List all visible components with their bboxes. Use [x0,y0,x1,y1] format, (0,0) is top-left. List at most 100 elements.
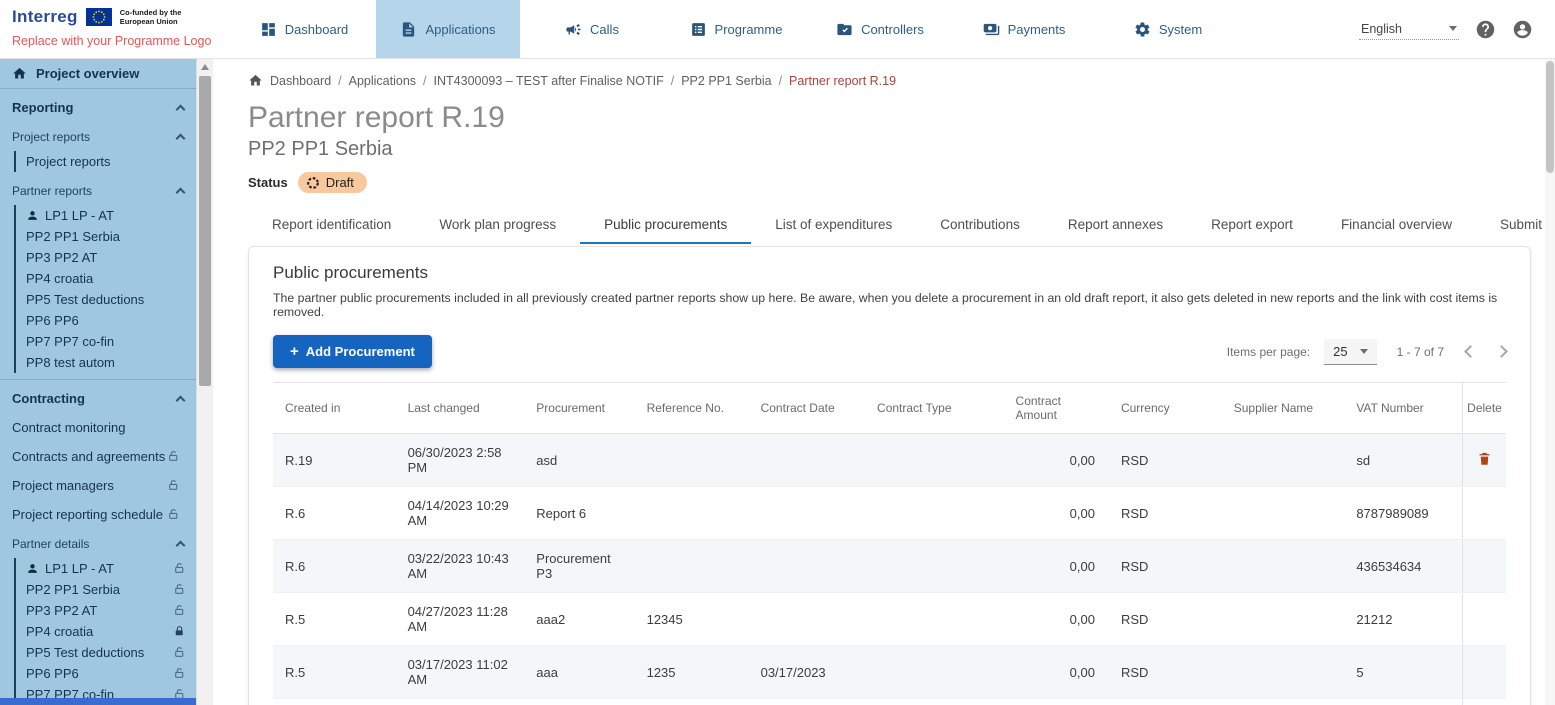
plus-icon: + [290,344,299,359]
cell-contract-amount: 0,00 [1004,593,1109,645]
top-header: Interreg Co-funded by the European Union… [0,0,1555,59]
table-row[interactable]: R.6 04/14/2023 10:29 AM Report 6 0,00 RS… [273,487,1506,540]
breadcrumb-project[interactable]: INT4300093 – TEST after Finalise NOTIF [434,74,664,88]
tab-financial-overview[interactable]: Financial overview [1317,208,1476,244]
sidebar-item-project-reporting-schedule[interactable]: Project reporting schedule [0,500,196,529]
cell-reference-no [635,434,749,486]
add-procurement-button[interactable]: + Add Procurement [273,335,432,368]
sidebar-item-partner-detail-pp6[interactable]: PP6 PP6 [26,663,196,684]
tab-contributions[interactable]: Contributions [916,208,1044,244]
sidebar-item-partner-detail-pp5[interactable]: PP5 Test deductions [26,642,196,663]
item-label: PP2 PP1 Serbia [26,229,190,244]
page-scrollbar[interactable] [1545,59,1555,705]
lock-open-icon [173,583,186,596]
sidebar-item-partner-detail-pp2[interactable]: PP2 PP1 Serbia [26,579,196,600]
sidebar-scrollbar[interactable] [196,59,213,705]
tab-report-export[interactable]: Report export [1187,208,1317,244]
tab-public-procurements[interactable]: Public procurements [580,208,751,244]
add-procurement-label: Add Procurement [306,344,415,359]
lock-open-icon [167,450,180,463]
table-row[interactable]: R.6 03/22/2023 10:43 AM Procurement P3 0… [273,540,1506,593]
tab-report-identification[interactable]: Report identification [248,208,415,244]
cell-contract-amount: 0,00 [1004,646,1109,698]
next-page-icon[interactable] [1495,345,1508,358]
sidebar-item-partner-report-lp1[interactable]: LP1 LP - AT [26,205,196,226]
lead-partner-icon [26,209,39,222]
scrollbar-up-arrow[interactable] [197,59,213,75]
items-per-page-value: 25 [1333,344,1347,359]
nav-system[interactable]: System [1096,0,1240,58]
nav-applications[interactable]: Applications [376,0,520,58]
nav-controllers[interactable]: Controllers [808,0,952,58]
tab-submit[interactable]: Submit [1476,208,1555,244]
item-label: LP1 LP - AT [45,208,190,223]
chevron-up-icon [176,188,186,198]
sidebar-item-project-overview[interactable]: Project overview [0,59,196,89]
sidebar-group-partner-details[interactable]: Partner details [0,529,196,556]
table-row[interactable]: R.5 03/13/2023 9:58 AM New one 0,00 SCR … [273,699,1506,705]
language-select[interactable]: English [1359,19,1459,40]
card-heading: Public procurements [273,263,1506,283]
chevron-up-icon [176,134,186,144]
account-button[interactable] [1512,19,1533,40]
tab-work-plan-progress[interactable]: Work plan progress [415,208,580,244]
sidebar-item-partner-report-pp5[interactable]: PP5 Test deductions [26,289,196,310]
account-icon [1512,19,1533,40]
items-per-page-select[interactable]: 25 [1324,339,1376,365]
sidebar-item-partner-detail-pp4[interactable]: PP4 croatia [26,621,196,642]
lock-open-icon [173,667,186,680]
previous-page-icon[interactable] [1464,345,1477,358]
cell-created-in: R.6 [273,540,396,592]
sidebar-item-partner-report-pp3[interactable]: PP3 PP2 AT [26,247,196,268]
sidebar-item-project-reports[interactable]: Project reports [26,151,196,172]
breadcrumb-separator: / [671,74,674,88]
breadcrumb-dashboard[interactable]: Dashboard [270,74,331,88]
sidebar-item-contracts-agreements[interactable]: Contracts and agreements [0,442,196,471]
sidebar-item-project-managers[interactable]: Project managers [0,471,196,500]
cell-created-in: R.5 [273,593,396,645]
sidebar-item-contract-monitoring[interactable]: Contract monitoring [0,413,196,442]
dashboard-icon [260,21,277,38]
scrollbar-thumb[interactable] [199,76,211,386]
sidebar-item-partner-report-pp2[interactable]: PP2 PP1 Serbia [26,226,196,247]
item-label: PP5 Test deductions [26,645,167,660]
sidebar-item-partner-report-pp7[interactable]: PP7 PP7 co-fin [26,331,196,352]
table-row[interactable]: R.19 06/30/2023 2:58 PM asd 0,00 RSD sd [273,434,1506,487]
sidebar-item-partner-report-pp6[interactable]: PP6 PP6 [26,310,196,331]
item-label: PP3 PP2 AT [26,250,190,265]
breadcrumb-separator: / [423,74,426,88]
table-row[interactable]: R.5 03/17/2023 11:02 AM aaa 1235 03/17/2… [273,646,1506,699]
sidebar-selected-item-partial[interactable] [0,698,196,705]
sidebar-group-partner-reports[interactable]: Partner reports [0,176,196,203]
item-label: PP7 PP7 co-fin [26,334,190,349]
delete-procurement-button[interactable] [1473,446,1496,474]
sidebar-section-contracting[interactable]: Contracting [0,380,196,413]
chevron-down-icon [1360,349,1368,354]
breadcrumb-applications[interactable]: Applications [349,74,416,88]
nav-label: Calls [590,22,619,37]
sidebar-item-partner-report-pp8[interactable]: PP8 test autom [26,352,196,373]
cell-procurement: asd [524,434,634,486]
cell-reference-no [635,699,749,705]
sidebar-item-partner-detail-lp1[interactable]: LP1 LP - AT [26,558,196,579]
nav-calls[interactable]: Calls [520,0,664,58]
scrollbar-thumb[interactable] [1546,61,1554,173]
tab-report-annexes[interactable]: Report annexes [1044,208,1187,244]
tab-list-of-expenditures[interactable]: List of expenditures [751,208,916,244]
sidebar-section-reporting[interactable]: Reporting [0,89,196,122]
sidebar-group-project-reports[interactable]: Project reports [0,122,196,149]
col-procurement: Procurement [524,383,634,433]
item-label: Contracts and agreements [12,449,167,464]
table-row[interactable]: R.5 04/27/2023 11:28 AM aaa2 12345 0,00 … [273,593,1506,646]
breadcrumb-partner[interactable]: PP2 PP1 Serbia [681,74,771,88]
nav-programme[interactable]: Programme [664,0,808,58]
cell-currency: RSD [1109,487,1222,539]
help-button[interactable] [1475,19,1496,40]
status-label: Status [248,175,288,190]
nav-label: Dashboard [285,22,349,37]
sidebar-item-partner-detail-pp3[interactable]: PP3 PP2 AT [26,600,196,621]
cofunded-text: Co-funded by the European Union [120,8,190,27]
nav-dashboard[interactable]: Dashboard [232,0,376,58]
nav-payments[interactable]: Payments [952,0,1096,58]
sidebar-item-partner-report-pp4[interactable]: PP4 croatia [26,268,196,289]
